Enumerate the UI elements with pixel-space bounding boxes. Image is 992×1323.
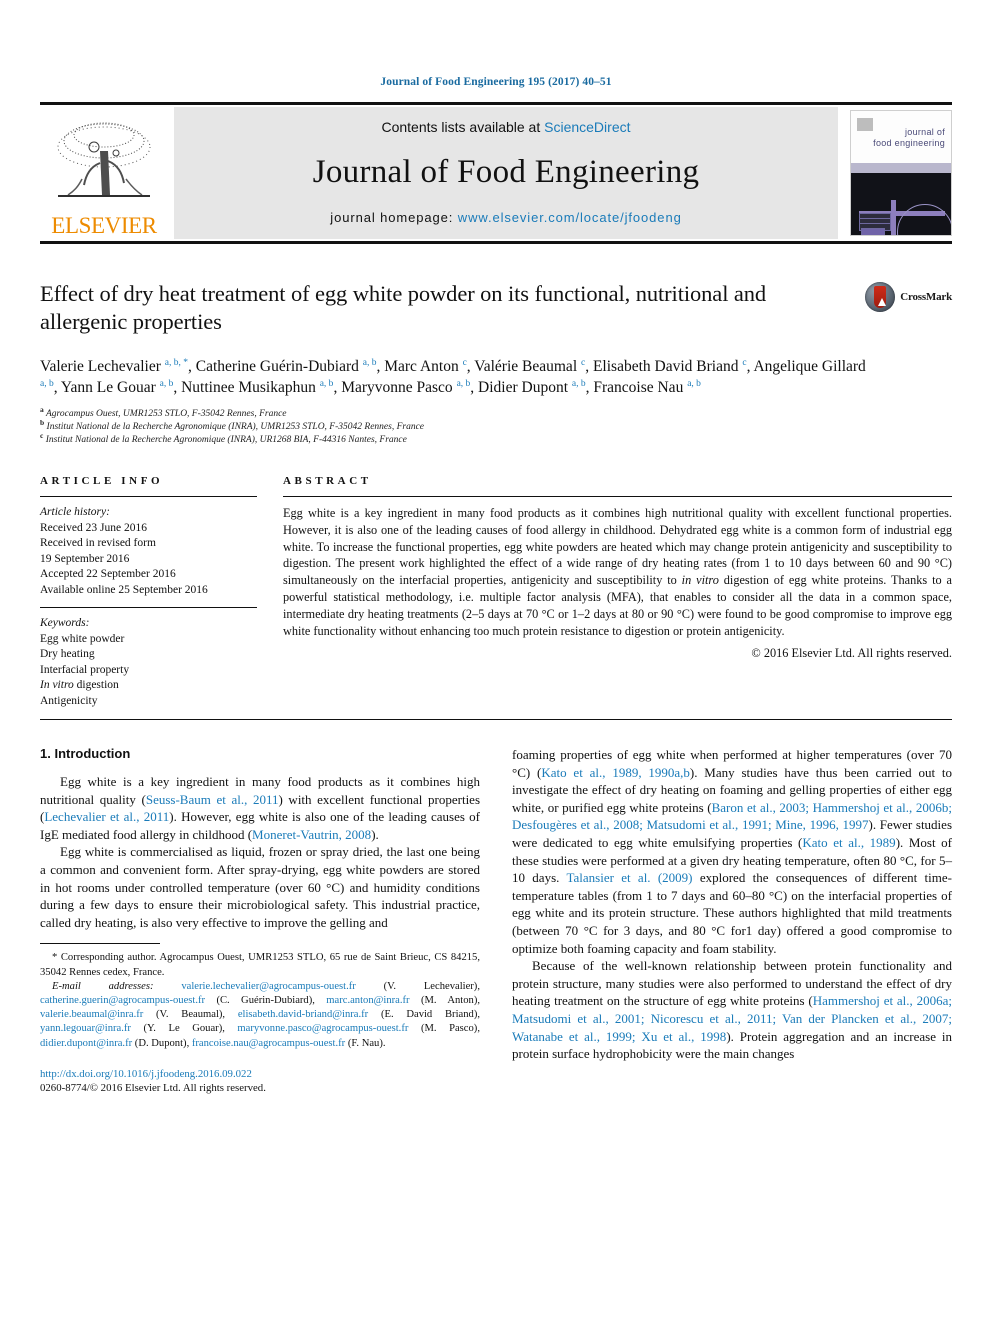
affiliation-text: Agrocampus Ouest, UMR1253 STLO, F-35042 …	[45, 409, 287, 419]
affiliation-marker: c	[40, 430, 44, 440]
doi-link[interactable]: http://dx.doi.org/10.1016/j.jfoodeng.201…	[40, 1067, 480, 1081]
keyword-item: Egg white powder	[40, 632, 125, 645]
page-title: Effect of dry heat treatment of egg whit…	[40, 281, 767, 334]
affiliation-marker: a	[40, 404, 44, 414]
cover-title-line1: journal of	[904, 127, 945, 137]
contents-prefix: Contents lists available at	[381, 119, 545, 135]
history-item: Received in revised form	[40, 537, 156, 549]
elsevier-tree-icon	[52, 117, 156, 213]
abstract-heading: ABSTRACT	[283, 475, 372, 487]
cover-band	[851, 163, 951, 173]
affiliation-item: a Agrocampus Ouest, UMR1253 STLO, F-3504…	[40, 404, 952, 421]
email-addresses-text[interactable]: E-mail addresses: valerie.lechevalier@ag…	[40, 980, 480, 1051]
body-columns: 1. Introduction Egg white is a key ingre…	[40, 746, 952, 1095]
sciencedirect-link[interactable]: ScienceDirect	[544, 119, 630, 135]
keyword-item: In vitro digestion	[40, 679, 119, 691]
keyword-item: Antigenicity	[40, 694, 98, 707]
crossmark-icon	[865, 282, 896, 312]
body-paragraph: Because of the well-known relationship b…	[512, 958, 952, 1062]
affiliation-text: Institut National de la Recherche Agrono…	[45, 435, 407, 445]
corresponding-author-note: * Corresponding author. Agrocampus Ouest…	[40, 951, 480, 1050]
homepage-prefix: journal homepage:	[330, 210, 458, 225]
keywords-label: Keywords:	[40, 617, 90, 629]
article-info-heading: ARTICLE INFO	[40, 475, 164, 487]
contents-panel: Contents lists available at ScienceDirec…	[174, 107, 838, 239]
elsevier-logo: ELSEVIER	[40, 107, 168, 239]
author-list: Valerie Lechevalier a, b, *, Catherine G…	[40, 357, 866, 396]
journal-title: Journal of Food Engineering	[312, 154, 700, 190]
crossmark-badge[interactable]: CrossMark	[865, 282, 952, 312]
keywords-block: Keywords: Egg white powder Dry heating I…	[40, 616, 257, 709]
issn-copyright: 0260-8774/© 2016 Elsevier Ltd. All right…	[40, 1081, 266, 1094]
cover-block-4	[861, 227, 885, 235]
left-column: 1. Introduction Egg white is a key ingre…	[40, 746, 480, 1095]
corresponding-author-text: * Corresponding author. Agrocampus Ouest…	[40, 952, 480, 978]
doi-block: http://dx.doi.org/10.1016/j.jfoodeng.201…	[40, 1067, 480, 1095]
cover-vertical-bar	[891, 200, 896, 235]
title-block: Effect of dry heat treatment of egg whit…	[40, 280, 952, 342]
keyword-item: Interfacial property	[40, 663, 130, 676]
affiliation-list: a Agrocampus Ouest, UMR1253 STLO, F-3504…	[40, 404, 952, 447]
homepage-url-link[interactable]: www.elsevier.com/locate/jfoodeng	[458, 210, 682, 225]
cover-artwork	[851, 173, 951, 235]
running-head: Journal of Food Engineering 195 (2017) 4…	[380, 76, 612, 88]
history-item: Received 23 June 2016	[40, 521, 147, 534]
footnote-divider	[40, 943, 160, 945]
journal-masthead: ELSEVIER Contents lists available at Sci…	[40, 102, 952, 244]
divider	[40, 496, 257, 497]
affiliation-item: c Institut National de la Recherche Agro…	[40, 430, 952, 447]
right-column: foaming properties of egg white when per…	[512, 746, 952, 1095]
abstract-copyright: © 2016 Elsevier Ltd. All rights reserved…	[751, 646, 952, 661]
body-paragraph: Egg white is a key ingredient in many fo…	[40, 774, 481, 842]
body-paragraph: foaming properties of egg white when per…	[512, 747, 953, 956]
cover-elsevier-mark-icon	[857, 118, 873, 131]
affiliation-marker: b	[40, 417, 45, 427]
journal-homepage-line: journal homepage: www.elsevier.com/locat…	[330, 210, 681, 225]
history-item: Accepted 22 September 2016	[40, 568, 176, 580]
section-heading-introduction: 1. Introduction	[40, 746, 131, 761]
article-info-column: ARTICLE INFO Article history: Received 2…	[40, 475, 283, 709]
abstract-text: Egg white is a key ingredient in many fo…	[283, 506, 952, 638]
contents-available-line: Contents lists available at ScienceDirec…	[381, 119, 630, 135]
journal-cover: journal of food engineering	[844, 107, 952, 239]
divider	[283, 496, 952, 497]
abstract-column: ABSTRACT Egg white is a key ingredient i…	[283, 475, 952, 709]
history-item: Available online 25 September 2016	[40, 583, 208, 596]
crossmark-label: CrossMark	[900, 291, 952, 303]
cover-title-text: journal of food engineering	[873, 127, 945, 149]
elsevier-wordmark: ELSEVIER	[51, 213, 157, 238]
paper-page: Journal of Food Engineering 195 (2017) 4…	[0, 0, 992, 1323]
affiliation-item: b Institut National de la Recherche Agro…	[40, 417, 952, 434]
article-history-label: Article history:	[40, 506, 110, 518]
cover-circle	[897, 204, 951, 235]
affiliation-text: Institut National de la Recherche Agrono…	[46, 422, 425, 432]
info-abstract-row: ARTICLE INFO Article history: Received 2…	[40, 475, 952, 720]
history-item: 19 September 2016	[40, 552, 130, 565]
journal-cover-thumbnail: journal of food engineering	[850, 110, 952, 236]
cover-title-line2: food engineering	[873, 138, 945, 148]
divider	[40, 607, 257, 608]
keyword-item: Dry heating	[40, 648, 95, 660]
body-paragraph: Egg white is commercialised as liquid, f…	[40, 844, 480, 930]
